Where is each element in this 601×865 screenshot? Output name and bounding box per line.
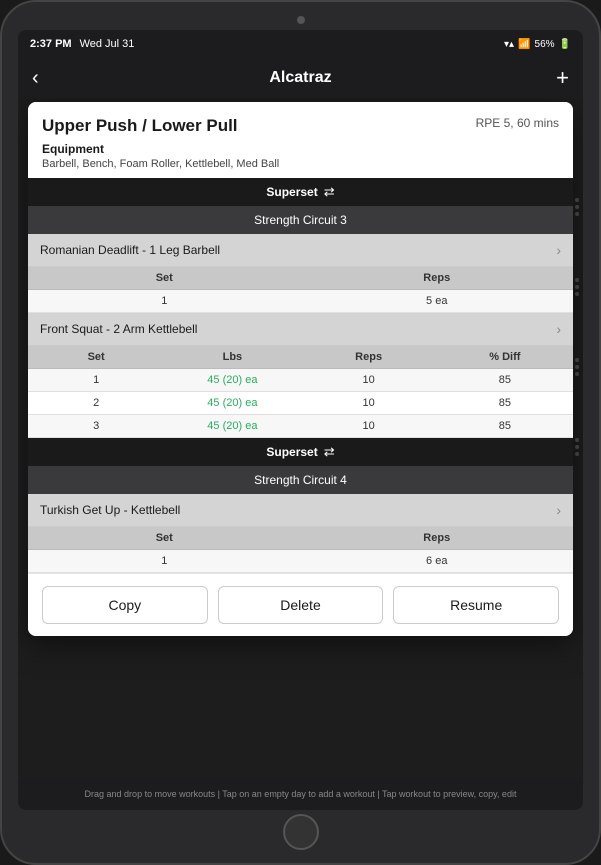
- status-date: Wed Jul 31: [80, 38, 135, 50]
- superset-label-2: Superset: [266, 445, 317, 459]
- superset-header-2: Superset ⇄: [28, 438, 573, 466]
- cell-diff-2: 85: [437, 392, 573, 414]
- nav-bar: ‹ Alcatraz +: [18, 58, 583, 98]
- col-reps-2: Reps: [301, 346, 437, 368]
- col-set-1: Set: [28, 267, 301, 289]
- cell-set: 1: [28, 290, 301, 312]
- cell-diff-1: 85: [437, 369, 573, 391]
- table-1: Set Reps 1 5 ea: [28, 267, 573, 313]
- resume-button[interactable]: Resume: [393, 586, 559, 624]
- exercise-name-1: Romanian Deadlift - 1 Leg Barbell: [40, 243, 220, 257]
- cell-reps-2: 10: [301, 392, 437, 414]
- tablet-frame: 2:37 PM Wed Jul 31 ▾▴ 📶 56% 🔋 ‹ Alcatraz…: [0, 0, 601, 865]
- circuit-label-1: Strength Circuit 3: [254, 213, 347, 227]
- cell-set-2: 2: [28, 392, 164, 414]
- action-buttons: Copy Delete Resume: [28, 573, 573, 636]
- delete-button[interactable]: Delete: [218, 586, 384, 624]
- battery-icon: 🔋: [559, 39, 571, 50]
- back-button[interactable]: ‹: [32, 67, 62, 90]
- wifi-icon: ▾▴: [504, 39, 514, 50]
- circuit-header-1: Strength Circuit 3: [28, 206, 573, 234]
- table-header-2: Set Lbs Reps % Diff: [28, 346, 573, 369]
- cell-lbs-1: 45 (20) ea: [164, 369, 300, 391]
- cell-set-3: 3: [28, 415, 164, 437]
- cell-reps-3: 10: [301, 415, 437, 437]
- table-row: 3 45 (20) ea 10 85: [28, 415, 573, 438]
- exercise-name-3: Turkish Get Up - Kettlebell: [40, 503, 180, 517]
- table-header-3: Set Reps: [28, 527, 573, 550]
- superset-icon-1: ⇄: [324, 184, 335, 200]
- exercise-chevron-2: ›: [556, 321, 561, 337]
- bottom-hint-text: Drag and drop to move workouts | Tap on …: [85, 789, 517, 799]
- status-time: 2:37 PM: [30, 38, 72, 50]
- col-reps-1: Reps: [301, 267, 574, 289]
- signal-icon: 📶: [518, 39, 530, 50]
- home-button[interactable]: [283, 814, 319, 850]
- exercise-chevron-1: ›: [556, 242, 561, 258]
- cell-lbs-3: 45 (20) ea: [164, 415, 300, 437]
- circuit-header-2: Strength Circuit 4: [28, 466, 573, 494]
- status-bar: 2:37 PM Wed Jul 31 ▾▴ 📶 56% 🔋: [18, 30, 583, 58]
- col-diff-2: % Diff: [437, 346, 573, 368]
- superset-label-1: Superset: [266, 185, 317, 199]
- main-content: Prog... 6 yrs .com: [18, 98, 583, 778]
- cell-lbs-2: 45 (20) ea: [164, 392, 300, 414]
- exercise-row-1[interactable]: Romanian Deadlift - 1 Leg Barbell ›: [28, 234, 573, 267]
- add-button[interactable]: +: [539, 65, 569, 91]
- cell-set-1: 1: [28, 369, 164, 391]
- exercise-row-2[interactable]: Front Squat - 2 Arm Kettlebell ›: [28, 313, 573, 346]
- table-header-1: Set Reps: [28, 267, 573, 290]
- table-row: 2 45 (20) ea 10 85: [28, 392, 573, 415]
- cell-set-tgu: 1: [28, 550, 301, 572]
- table-2: Set Lbs Reps % Diff 1 45 (20) ea 10 85 2…: [28, 346, 573, 438]
- modal-header: Upper Push / Lower Pull RPE 5, 60 mins E…: [28, 102, 573, 178]
- cell-reps-tgu: 6 ea: [301, 550, 574, 572]
- col-lbs-2: Lbs: [164, 346, 300, 368]
- cell-reps: 5 ea: [301, 290, 574, 312]
- bottom-bar: Drag and drop to move workouts | Tap on …: [18, 778, 583, 810]
- copy-button[interactable]: Copy: [42, 586, 208, 624]
- exercise-row-3[interactable]: Turkish Get Up - Kettlebell ›: [28, 494, 573, 527]
- table-row: 1 45 (20) ea 10 85: [28, 369, 573, 392]
- col-reps-3: Reps: [301, 527, 574, 549]
- nav-title: Alcatraz: [269, 69, 331, 87]
- col-set-2: Set: [28, 346, 164, 368]
- exercise-name-2: Front Squat - 2 Arm Kettlebell: [40, 322, 197, 336]
- modal-title: Upper Push / Lower Pull: [42, 116, 238, 136]
- cell-reps-1: 10: [301, 369, 437, 391]
- modal-meta: RPE 5, 60 mins: [476, 116, 559, 130]
- circuit-label-2: Strength Circuit 4: [254, 473, 347, 487]
- equipment-label: Equipment: [42, 142, 559, 156]
- table-row: 1 6 ea: [28, 550, 573, 573]
- exercise-chevron-3: ›: [556, 502, 561, 518]
- battery-percent: 56%: [535, 39, 555, 50]
- table-row: 1 5 ea: [28, 290, 573, 313]
- screen: 2:37 PM Wed Jul 31 ▾▴ 📶 56% 🔋 ‹ Alcatraz…: [18, 30, 583, 810]
- status-icons: ▾▴ 📶 56% 🔋: [504, 39, 571, 50]
- home-button-area: [2, 810, 599, 854]
- equipment-text: Barbell, Bench, Foam Roller, Kettlebell,…: [42, 158, 559, 170]
- table-3: Set Reps 1 6 ea: [28, 527, 573, 573]
- cell-diff-3: 85: [437, 415, 573, 437]
- superset-header-1: Superset ⇄: [28, 178, 573, 206]
- front-camera: [297, 16, 305, 24]
- col-set-3: Set: [28, 527, 301, 549]
- modal-card: Upper Push / Lower Pull RPE 5, 60 mins E…: [28, 102, 573, 636]
- superset-icon-2: ⇄: [324, 444, 335, 460]
